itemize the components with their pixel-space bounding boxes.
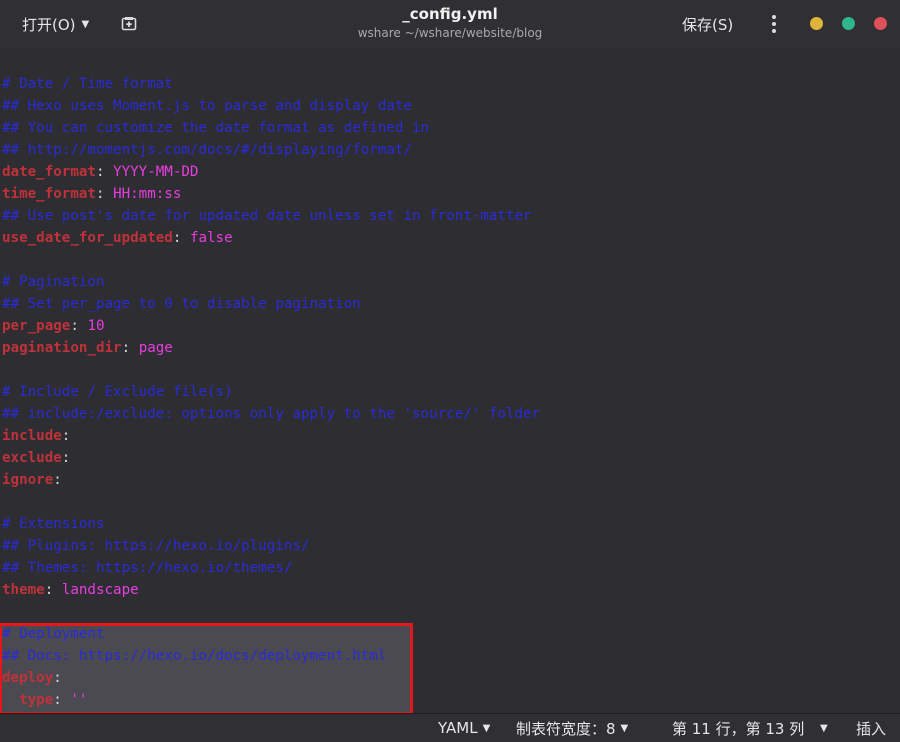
code-key: exclude [2,450,62,466]
code-comment: ## You can customize the date format as … [2,120,430,136]
code-line: ## Docs: https://hexo.io/docs/deployment… [2,645,540,667]
code-comment: ## Themes: https://hexo.io/themes/ [2,560,293,576]
code-key: ignore [2,472,54,488]
save-button[interactable]: 保存(S) [672,10,743,38]
code-comment: ## Docs: https://hexo.io/docs/deployment… [2,648,387,664]
code-value: YYYY-MM-DD [113,164,199,180]
code-comment: ## Use post's date for updated date unle… [2,208,532,224]
code-comment: # Include / Exclude file(s) [2,384,233,400]
new-document-icon [121,17,137,31]
code-key: type [19,692,54,708]
code-colon: : [61,450,71,466]
code-value: false [189,230,233,246]
code-line: ## You can customize the date format as … [2,117,540,139]
code-key: include [2,428,62,444]
code-value: landscape [61,582,139,598]
header-bar: 打开(O) ▼ _config.yml wshare ~/wshare/webs… [0,0,900,49]
code-line: use_date_for_updated: false [2,227,540,249]
insert-mode-indicator[interactable]: 插入 [856,717,886,739]
code-line: # Deployment [2,623,540,645]
code-colon: : [53,692,71,708]
code-colon: : [44,582,62,598]
close-button[interactable] [874,17,887,30]
tab-width-label: 制表符宽度：8 [516,719,616,738]
code-colon: : [95,186,114,202]
code-value: page [138,340,173,356]
code-value: HH:mm:ss [113,186,182,202]
minimize-button[interactable] [810,17,823,30]
code-comment: ## include:/exclude: options only apply … [2,406,541,422]
code-line: ## Themes: https://hexo.io/themes/ [2,557,540,579]
open-button[interactable]: 打开(O) ▼ [14,10,97,38]
code-colon: : [70,318,88,334]
code-line: # Extensions [2,513,540,535]
code-lines: # Date / Time format ## Hexo uses Moment.… [2,73,540,711]
code-key: date_format [2,164,96,180]
code-key: time_format [2,186,96,202]
code-line: time_format: HH:mm:ss [2,183,540,205]
menu-icon[interactable] [762,12,786,36]
code-line: include: [2,425,540,447]
code-line: ## Use post's date for updated date unle… [2,205,540,227]
cursor-position-dropdown[interactable]: ▼ [820,717,828,739]
code-value: '' [70,692,88,708]
tab-width-selector[interactable]: 制表符宽度：8 ▼ [516,717,628,739]
code-line: ## Set per_page to 0 to disable paginati… [2,293,540,315]
language-selector[interactable]: YAML ▼ [438,717,490,739]
code-line: deploy: [2,667,540,689]
code-comment: ## Plugins: https://hexo.io/plugins/ [2,538,310,554]
code-line: ## http://momentjs.com/docs/#/displaying… [2,139,540,161]
cursor-position-label: 第 11 行，第 13 列 [672,719,805,738]
code-line: # Include / Exclude file(s) [2,381,540,403]
cursor-position[interactable]: 第 11 行，第 13 列 [672,717,804,739]
code-line: # Pagination [2,271,540,293]
chevron-down-icon: ▼ [820,722,828,734]
code-key: per_page [2,318,71,334]
chevron-down-icon: ▼ [482,722,491,734]
code-line: pagination_dir: page [2,337,540,359]
code-colon: : [121,340,139,356]
code-colon: : [61,428,71,444]
code-line: ## Plugins: https://hexo.io/plugins/ [2,535,540,557]
open-label: 打开(O) [22,15,76,34]
code-line: per_page: 10 [2,315,540,337]
chevron-down-icon: ▼ [620,722,629,734]
code-line: type: '' [2,689,540,711]
code-comment: ## Set per_page to 0 to disable paginati… [2,296,361,312]
code-key: use_date_for_updated [2,230,173,246]
code-comment: ## Hexo uses Moment.js to parse and disp… [2,98,412,114]
code-comment: # Date / Time format [2,76,173,92]
code-colon: : [172,230,190,246]
insert-mode-label: 插入 [856,719,887,738]
chevron-down-icon: ▼ [81,18,90,30]
code-comment: # Deployment [2,626,105,642]
code-comment: # Extensions [2,516,105,532]
status-bar: YAML ▼ 制表符宽度：8 ▼ 第 11 行，第 13 列 ▼ 插入 [0,713,900,742]
maximize-button[interactable] [842,17,855,30]
code-key: theme [2,582,45,598]
code-comment: ## http://momentjs.com/docs/#/displaying… [2,142,412,158]
code-colon: : [53,670,62,686]
text-editor[interactable]: # Date / Time format ## Hexo uses Moment.… [0,48,900,713]
code-value: 10 [87,318,105,334]
code-line: ## Hexo uses Moment.js to parse and disp… [2,95,540,117]
code-key: deploy [2,670,54,686]
language-label: YAML [438,719,478,737]
code-line: ignore: [2,469,540,491]
code-key: pagination_dir [2,340,122,356]
code-line: theme: landscape [2,579,540,601]
code-line: ## include:/exclude: options only apply … [2,403,540,425]
code-comment: # Pagination [2,274,105,290]
code-line: exclude: [2,447,540,469]
new-document-button[interactable] [112,12,146,36]
code-colon: : [53,472,62,488]
code-colon: : [95,164,114,180]
code-line: date_format: YYYY-MM-DD [2,161,540,183]
code-line: # Date / Time format [2,73,540,95]
